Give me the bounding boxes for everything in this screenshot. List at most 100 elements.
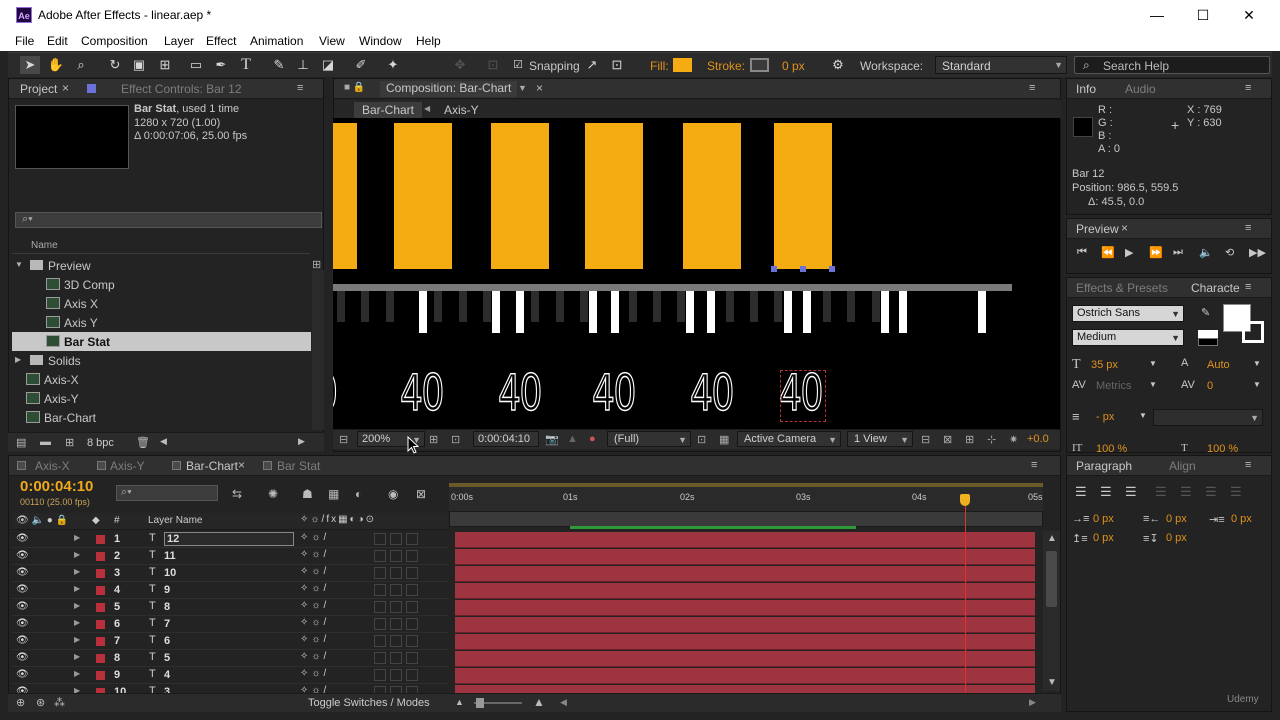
layer-row[interactable]: 👁 ▶ 3 T 10 ✧☼/ — [12, 565, 448, 582]
eye-icon[interactable]: 👁 — [16, 618, 29, 629]
layer-name[interactable]: 8 — [164, 601, 170, 613]
tab-composition[interactable]: Composition: Bar-Chart — [380, 81, 518, 97]
close-icon[interactable]: × — [238, 458, 245, 472]
ram-preview-icon[interactable]: ▶▶ — [1249, 246, 1266, 259]
scroll-right-icon[interactable]: ▶ — [298, 436, 305, 447]
timeline-vertical-scrollbar[interactable]: ▲ ▼ — [1043, 531, 1060, 691]
disclosure-closed-icon[interactable]: ▶ — [74, 533, 80, 542]
eye-icon[interactable]: 👁 — [16, 652, 29, 663]
layer-name[interactable]: 7 — [164, 618, 170, 630]
layer-row[interactable]: 👁 ▶ 6 T 7 ✧☼/ — [12, 616, 448, 633]
layer-switch-box[interactable] — [390, 652, 402, 664]
timeline-timecode[interactable]: 0:00:04:10 — [20, 478, 93, 495]
menu-layer[interactable]: Layer — [164, 34, 194, 48]
resolution-select[interactable]: (Full) ▼ — [607, 431, 691, 447]
breadcrumb-axis-y[interactable]: Axis-Y — [444, 103, 479, 117]
grid-icon[interactable]: ⊞ — [429, 433, 438, 446]
rectangle-tool-icon[interactable]: ▭ — [186, 56, 206, 74]
timeline-icon[interactable]: ⊞ — [965, 433, 974, 446]
layer-switch-box[interactable] — [374, 533, 386, 545]
layer-duration-bar[interactable] — [455, 583, 1035, 599]
space-before-value[interactable]: 0 px — [1093, 532, 1114, 544]
align-center-icon[interactable]: ☰ — [1100, 484, 1112, 500]
indent-left-value[interactable]: 0 px — [1093, 513, 1114, 525]
justify-left-icon[interactable]: ☰ — [1155, 484, 1167, 500]
layer-name[interactable]: 9 — [164, 584, 170, 596]
leading-value[interactable]: Auto — [1207, 359, 1230, 371]
layer-row[interactable]: 👁 ▶ 9 T 4 ✧☼/ — [12, 667, 448, 684]
layer-duration-bar[interactable] — [455, 651, 1035, 667]
disclosure-closed-icon[interactable]: ▶ — [74, 584, 80, 593]
layer-switch-box[interactable] — [406, 635, 418, 647]
previous-frame-icon[interactable]: ⏪ — [1101, 246, 1115, 259]
fill-color-swatch[interactable] — [673, 58, 692, 72]
disclosure-closed-icon[interactable]: ▶ — [15, 355, 21, 364]
layer-label-color[interactable] — [96, 552, 105, 561]
project-scrollbar[interactable] — [312, 270, 324, 430]
layer-switch-box[interactable] — [406, 533, 418, 545]
menu-window[interactable]: Window — [359, 34, 402, 48]
stroke-width-value[interactable]: 0 px — [782, 59, 805, 73]
interpret-footage-icon[interactable]: ▤ — [16, 436, 26, 449]
menu-edit[interactable]: Edit — [47, 34, 68, 48]
align-right-icon[interactable]: ☰ — [1125, 484, 1137, 500]
layer-row[interactable]: 👁 ▶ 4 T 9 ✧☼/ — [12, 582, 448, 599]
project-item[interactable]: ▼ Preview — [12, 256, 311, 275]
zoom-out-icon[interactable]: ▲ — [455, 697, 464, 707]
tab-bar-stat[interactable]: Bar Stat — [277, 459, 320, 473]
workspace-select[interactable]: Standard ▼ — [935, 56, 1067, 74]
disclosure-closed-icon[interactable]: ▶ — [74, 567, 80, 576]
black-swatch[interactable] — [1198, 338, 1218, 346]
project-item[interactable]: ▶ Solids — [12, 351, 311, 370]
audio-icon[interactable]: 🔈 — [1199, 246, 1213, 259]
layer-switch-box[interactable] — [374, 584, 386, 596]
layer-row[interactable]: 👁 ▶ 2 T 11 ✧☼/ — [12, 548, 448, 565]
exposure-value[interactable]: +0.0 — [1027, 433, 1049, 445]
tracking-value[interactable]: 0 — [1207, 380, 1213, 392]
font-family-select[interactable]: Ostrich Sans ▼ — [1072, 305, 1184, 322]
in-out-icon[interactable]: ⁂ — [54, 696, 65, 709]
layer-switches-icon[interactable]: ✧☼/ — [300, 566, 329, 577]
selection-tool-icon[interactable]: ➤ — [20, 56, 40, 74]
chevron-down-icon[interactable]: ▼ — [1139, 411, 1147, 420]
layer-switches-icon[interactable]: ✧☼/ — [300, 634, 329, 645]
layer-switch-box[interactable] — [390, 635, 402, 647]
project-item[interactable]: Axis-Y — [12, 389, 311, 408]
align-left-icon[interactable]: ☰ — [1075, 484, 1087, 500]
selection-handles[interactable] — [771, 266, 835, 272]
layer-switch-box[interactable] — [406, 601, 418, 613]
layer-switches-icon[interactable]: ✧☼/ — [300, 549, 329, 560]
region-of-interest-icon[interactable]: ⊡ — [697, 433, 706, 446]
space-after-value[interactable]: 0 px — [1166, 532, 1187, 544]
timeline-search-input[interactable]: ⌕▾ — [116, 485, 218, 501]
layer-label-color[interactable] — [96, 603, 105, 612]
search-help-input[interactable]: ⌕ Search Help — [1074, 56, 1270, 74]
project-search-input[interactable]: ⌕▾ — [15, 212, 322, 228]
camera-tool-icon[interactable]: ▣ — [129, 56, 149, 74]
transfer-controls-icon[interactable]: ⊛ — [36, 696, 45, 709]
menu-animation[interactable]: Animation — [250, 34, 303, 48]
new-folder-icon[interactable]: ▬ — [40, 436, 51, 448]
layer-switch-box[interactable] — [390, 584, 402, 596]
layer-duration-bar[interactable] — [455, 532, 1035, 548]
panel-menu-icon[interactable]: ≡ — [1029, 82, 1035, 94]
shy-layers-icon[interactable]: ☗ — [302, 487, 313, 501]
layer-duration-bar[interactable] — [455, 549, 1035, 565]
layer-label-color[interactable] — [96, 637, 105, 646]
menu-composition[interactable]: Composition — [81, 34, 148, 48]
layer-name[interactable]: 6 — [164, 635, 170, 647]
chevron-down-icon[interactable]: ▼ — [518, 83, 527, 93]
stroke-color-swatch[interactable] — [1242, 321, 1264, 343]
eye-icon[interactable]: 👁 — [16, 533, 29, 544]
chevron-down-icon[interactable]: ▼ — [1253, 359, 1261, 368]
panel-menu-icon[interactable]: ≡ — [1245, 459, 1251, 471]
layer-switch-box[interactable] — [374, 567, 386, 579]
layer-name[interactable]: 12 — [164, 532, 294, 546]
first-frame-icon[interactable]: ⏮ — [1077, 246, 1087, 259]
panel-menu-icon[interactable]: ≡ — [1245, 222, 1251, 234]
project-item[interactable]: 3D Comp — [12, 275, 311, 294]
scroll-right-icon[interactable]: ▶ — [1029, 697, 1036, 708]
next-frame-icon[interactable]: ⏩ — [1149, 246, 1163, 259]
snap-option-icon[interactable]: ↗ — [582, 56, 602, 74]
menu-effect[interactable]: Effect — [206, 34, 236, 48]
